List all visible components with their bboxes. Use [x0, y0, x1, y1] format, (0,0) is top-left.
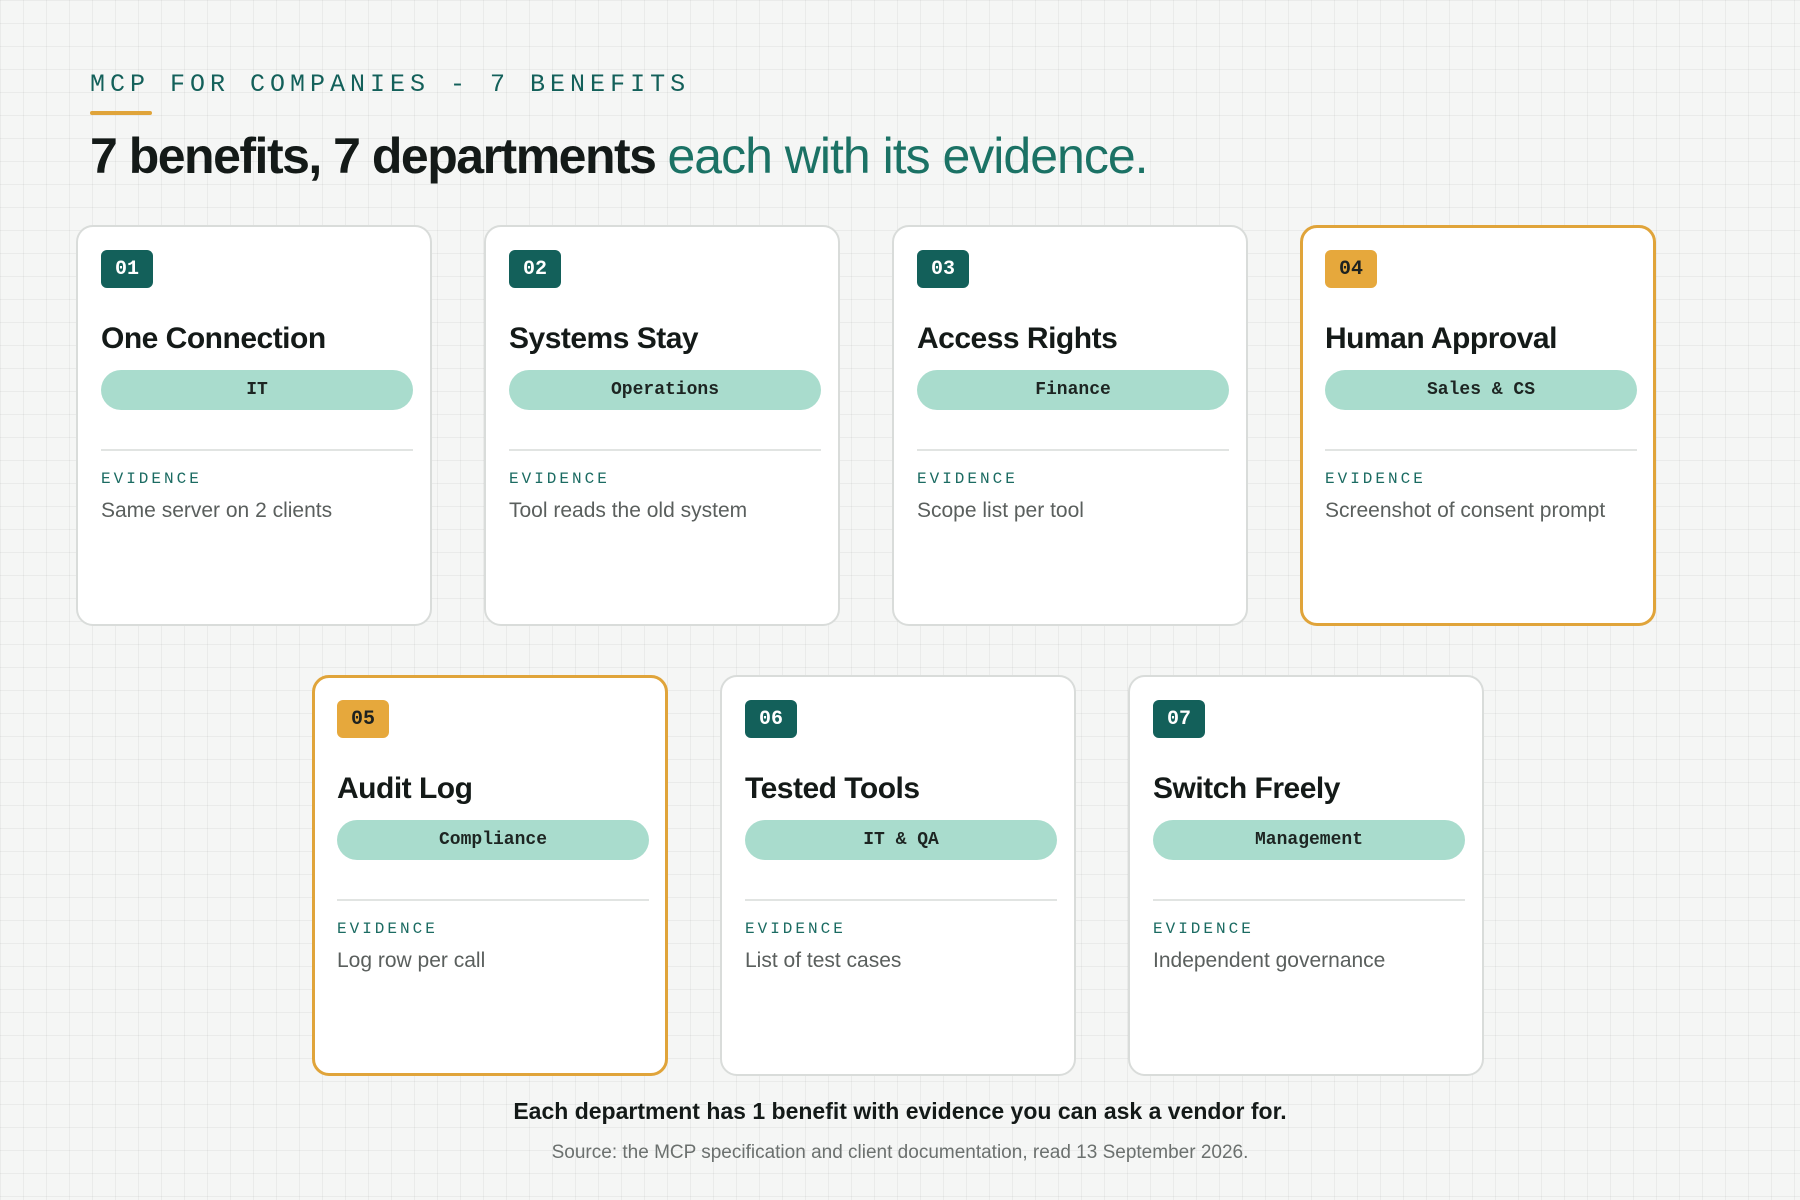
eyebrow-label: MCP FOR COMPANIES - 7 BENEFITS	[90, 70, 691, 99]
card-divider	[1153, 899, 1465, 901]
headline-strong: 7 benefits, 7 departments	[90, 128, 657, 184]
evidence-text: Independent governance	[1153, 949, 1386, 972]
evidence-label: EVIDENCE	[337, 920, 438, 938]
department-pill: Sales & CS	[1325, 370, 1637, 410]
card-number-badge: 04	[1325, 250, 1377, 288]
benefit-card-02: 02 Systems Stay Operations EVIDENCE Tool…	[484, 225, 840, 626]
card-divider	[917, 449, 1229, 451]
benefit-card-07: 07 Switch Freely Management EVIDENCE Ind…	[1128, 675, 1484, 1076]
card-title: Audit Log	[337, 772, 473, 805]
department-pill: Operations	[509, 370, 821, 410]
benefit-card-06: 06 Tested Tools IT & QA EVIDENCE List of…	[720, 675, 1076, 1076]
department-pill: Compliance	[337, 820, 649, 860]
department-pill: Management	[1153, 820, 1465, 860]
card-title: Systems Stay	[509, 322, 699, 355]
card-number-badge: 03	[917, 250, 969, 288]
department-pill: IT & QA	[745, 820, 1057, 860]
department-pill: IT	[101, 370, 413, 410]
card-divider	[1325, 449, 1637, 451]
card-title: One Connection	[101, 322, 326, 355]
evidence-text: Scope list per tool	[917, 499, 1084, 522]
evidence-label: EVIDENCE	[745, 920, 846, 938]
benefit-card-04: 04 Human Approval Sales & CS EVIDENCE Sc…	[1300, 225, 1656, 626]
card-divider	[101, 449, 413, 451]
card-number-badge: 01	[101, 250, 153, 288]
evidence-text: Screenshot of consent prompt	[1325, 499, 1606, 522]
evidence-label: EVIDENCE	[1325, 470, 1426, 488]
card-number-badge: 07	[1153, 700, 1205, 738]
page-title: 7 benefits, 7 departments each with its e…	[90, 128, 1149, 184]
page-header: MCP FOR COMPANIES - 7 BENEFITS 7 benefit…	[90, 70, 1149, 184]
card-title: Switch Freely	[1153, 772, 1340, 805]
evidence-label: EVIDENCE	[1153, 920, 1254, 938]
card-title: Human Approval	[1325, 322, 1557, 355]
evidence-text: Log row per call	[337, 949, 486, 972]
benefit-card-03: 03 Access Rights Finance EVIDENCE Scope …	[892, 225, 1248, 626]
footer-source: Source: the MCP specification and client…	[551, 1142, 1249, 1163]
headline-soft: each with its evidence.	[667, 128, 1148, 184]
evidence-label: EVIDENCE	[101, 470, 202, 488]
card-number-badge: 02	[509, 250, 561, 288]
footer-summary: Each department has 1 benefit with evide…	[513, 1098, 1287, 1124]
benefit-card-05: 05 Audit Log Compliance EVIDENCE Log row…	[312, 675, 668, 1076]
card-number-badge: 05	[337, 700, 389, 738]
evidence-text: List of test cases	[745, 949, 902, 972]
department-pill: Finance	[917, 370, 1229, 410]
accent-underline	[90, 111, 152, 115]
evidence-text: Tool reads the old system	[509, 499, 748, 522]
evidence-label: EVIDENCE	[509, 470, 610, 488]
evidence-label: EVIDENCE	[917, 470, 1018, 488]
card-title: Tested Tools	[745, 772, 920, 805]
card-divider	[337, 899, 649, 901]
card-divider	[745, 899, 1057, 901]
card-number-badge: 06	[745, 700, 797, 738]
evidence-text: Same server on 2 clients	[101, 499, 333, 522]
card-title: Access Rights	[917, 322, 1118, 355]
card-divider	[509, 449, 821, 451]
benefit-card-01: 01 One Connection IT EVIDENCE Same serve…	[76, 225, 432, 626]
